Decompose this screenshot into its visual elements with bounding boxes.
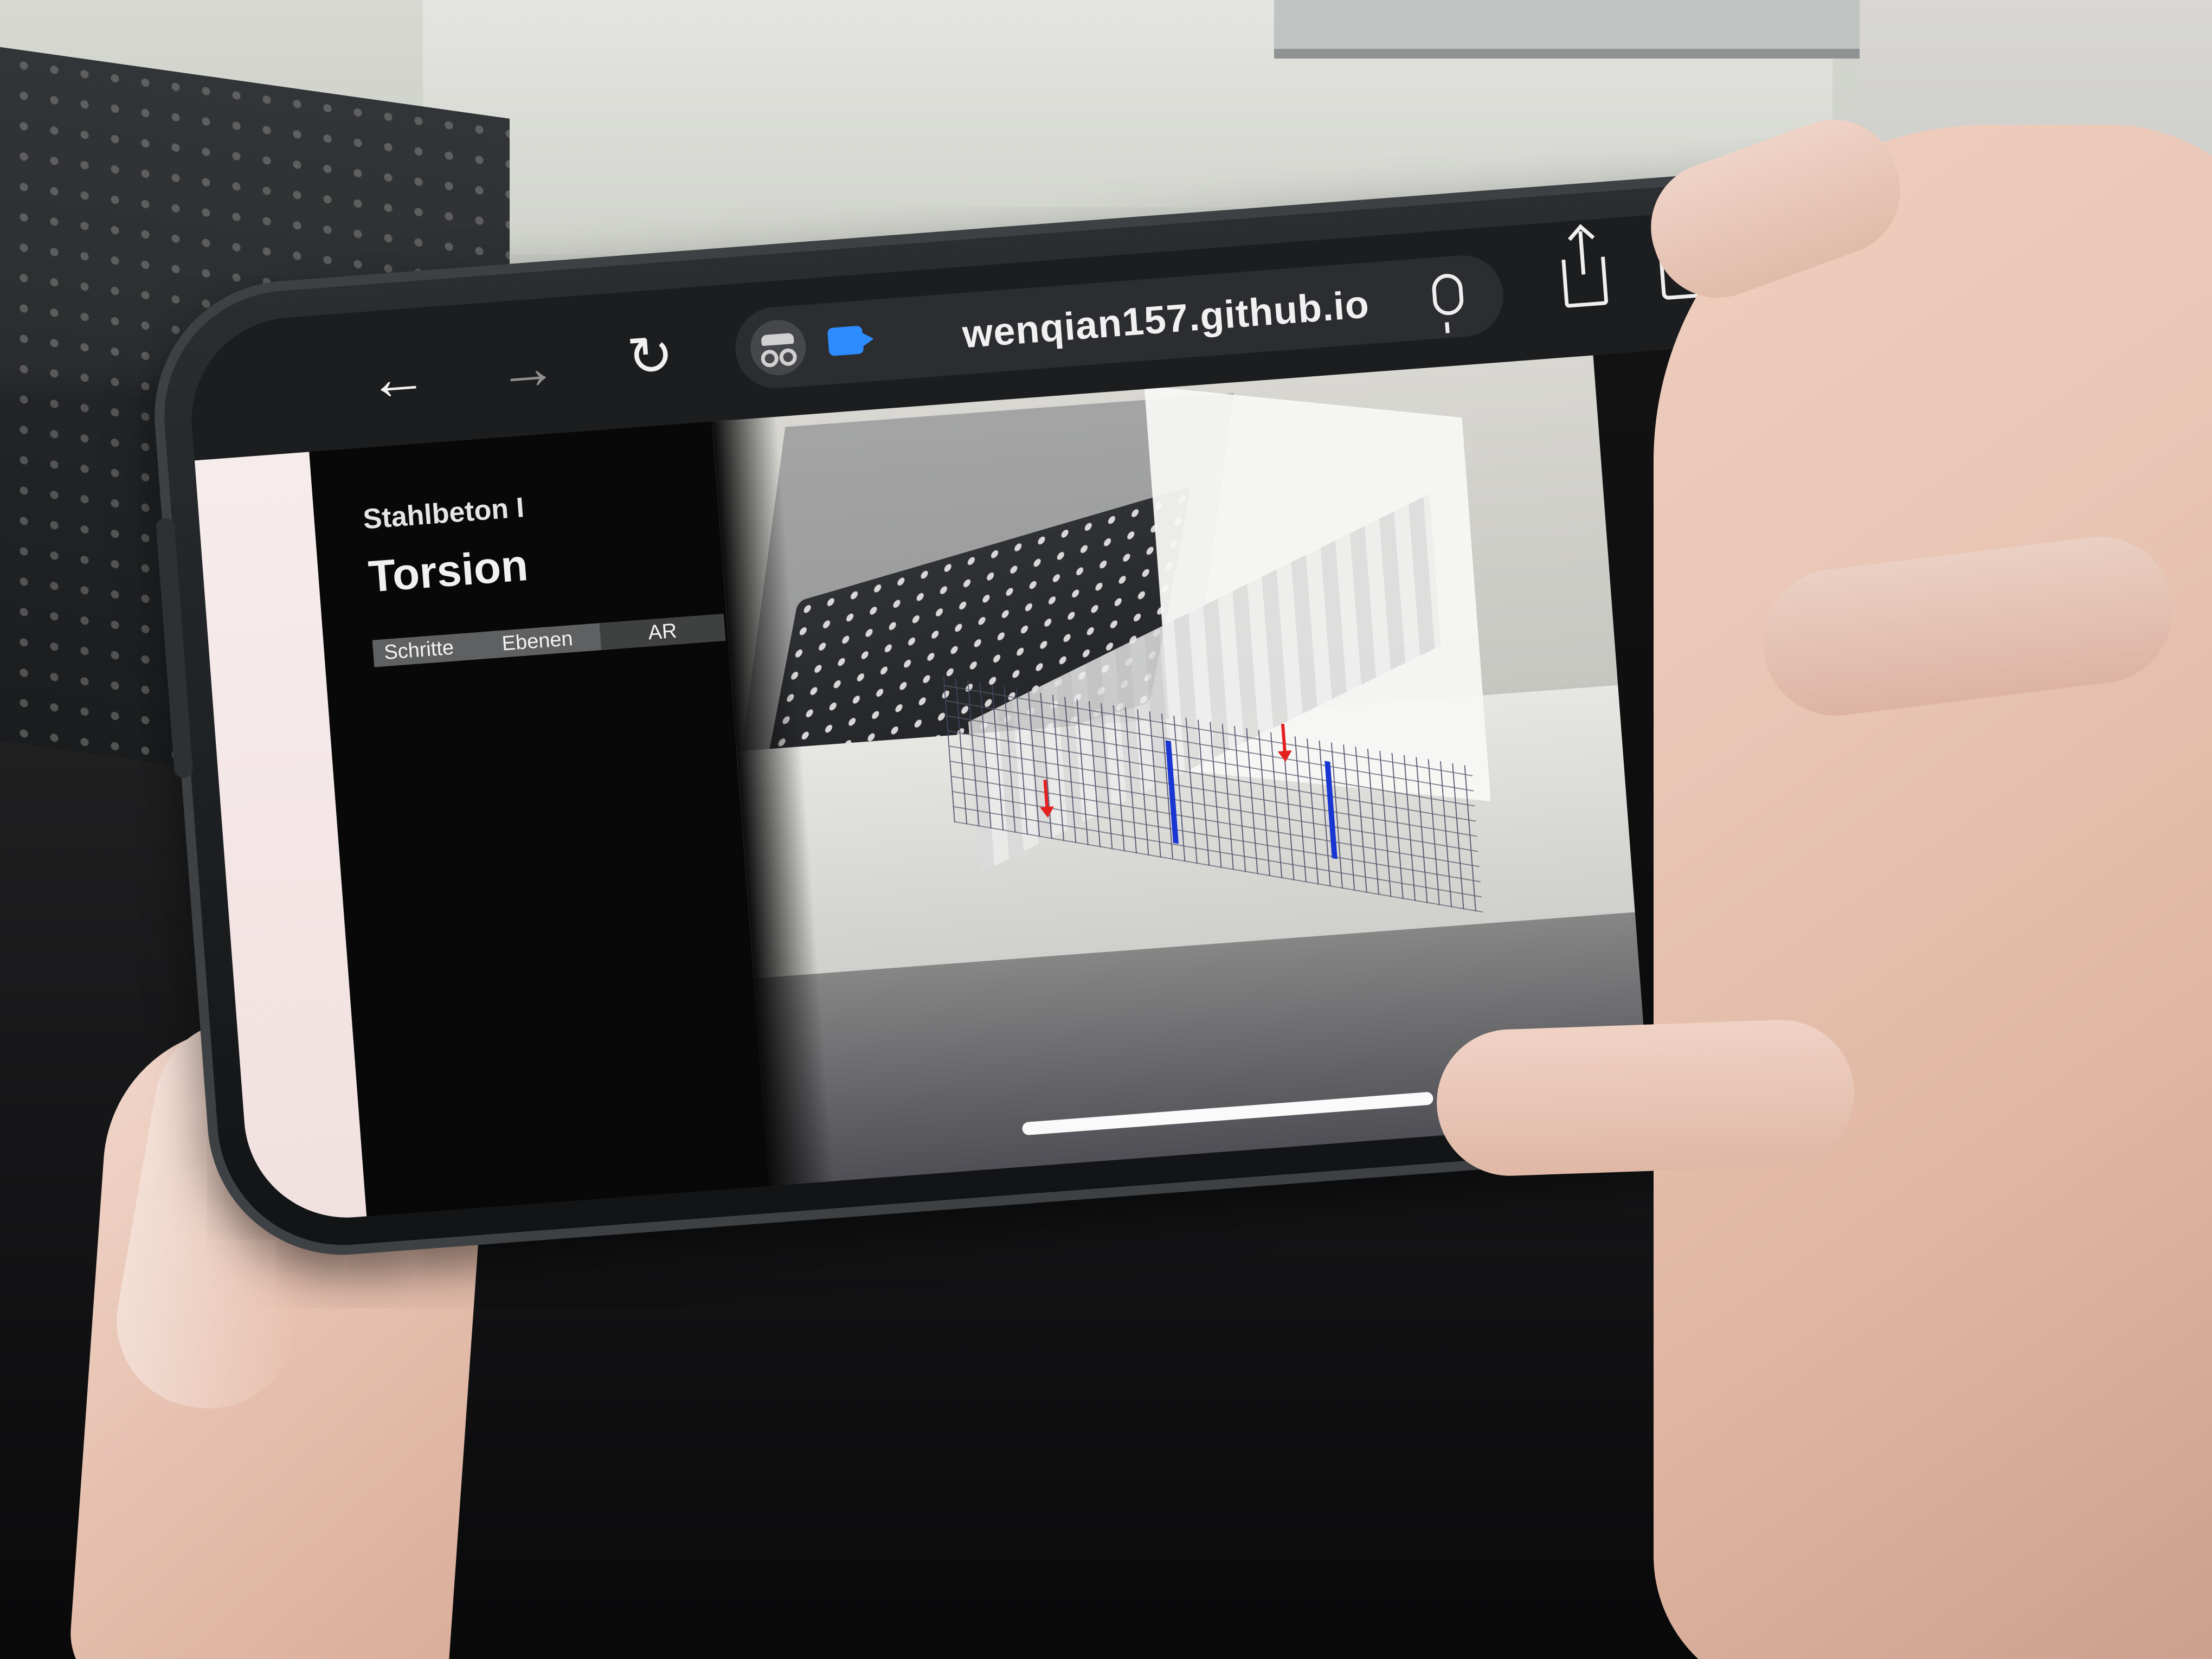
tab-ar[interactable]: AR (599, 614, 726, 651)
page-title: Torsion (366, 540, 530, 602)
photo-background: ← → ↻ wenqian157.github.io 2 ••• Stahlbe… (0, 0, 2212, 1659)
back-arrow-icon[interactable]: ← (365, 343, 430, 414)
private-browsing-icon[interactable] (748, 318, 808, 377)
navigation-panel: Stahlbeton I Torsion Schritte Ebenen AR (309, 421, 770, 1217)
tab-ebenen[interactable]: Ebenen (490, 622, 612, 659)
reload-icon[interactable]: ↻ (625, 324, 676, 389)
course-title: Stahlbeton I (362, 492, 525, 536)
tab-schritte[interactable]: Schritte (372, 631, 501, 667)
right-hand (1654, 125, 2212, 1659)
video-icon[interactable] (827, 325, 864, 357)
share-icon[interactable] (1561, 256, 1609, 308)
forward-arrow-icon[interactable]: → (495, 333, 560, 404)
right-lower-finger (1434, 1017, 1857, 1179)
microphone-icon[interactable] (1431, 273, 1465, 317)
url-text[interactable]: wenqian157.github.io (961, 282, 1371, 357)
